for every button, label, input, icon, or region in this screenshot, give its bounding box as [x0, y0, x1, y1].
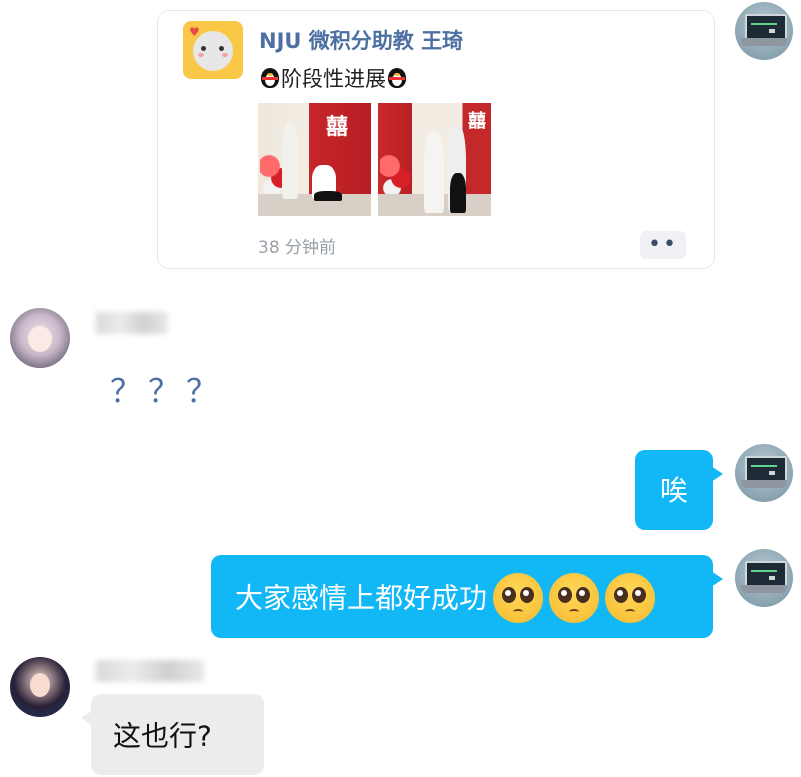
message-bubble[interactable]: 这也行?	[81, 694, 264, 775]
self-avatar[interactable]	[735, 444, 793, 502]
sender-name	[96, 312, 168, 334]
card-subtitle-text: 阶段性进展	[281, 67, 386, 91]
sender-avatar[interactable]	[10, 657, 70, 717]
card-subtitle: 阶段性进展	[259, 63, 408, 93]
pleading-face-icon	[493, 573, 544, 623]
message-bubble[interactable]: 大家感情上都好成功	[211, 555, 723, 638]
message-bubble[interactable]: 唉	[635, 450, 723, 530]
message-text: 唉	[659, 474, 688, 507]
card-timestamp: 38 分钟前	[258, 238, 337, 258]
post-photo[interactable]: 囍	[258, 103, 371, 216]
card-title[interactable]: NJU 微积分助教 王琦	[259, 25, 463, 55]
pleading-face-icon	[549, 573, 600, 623]
penguin-icon	[386, 66, 408, 90]
message-text: 大家感情上都好成功	[235, 581, 488, 615]
cat-sticker-icon: ♥	[183, 21, 243, 79]
sender-name	[96, 660, 204, 682]
pleading-face-icon	[605, 573, 656, 623]
message-text: ？？？	[110, 372, 225, 410]
more-dots-icon[interactable]: ••	[640, 231, 686, 259]
sender-avatar[interactable]	[10, 308, 70, 368]
message-text: 这也行?	[113, 719, 212, 753]
self-avatar[interactable]	[735, 549, 793, 607]
shared-post-card[interactable]: ♥ NJU 微积分助教 王琦 阶段性进展 囍 囍 38 分钟前 ••	[157, 10, 715, 269]
penguin-icon	[259, 66, 281, 90]
post-photo[interactable]: 囍	[378, 103, 491, 216]
self-avatar[interactable]	[735, 2, 793, 60]
